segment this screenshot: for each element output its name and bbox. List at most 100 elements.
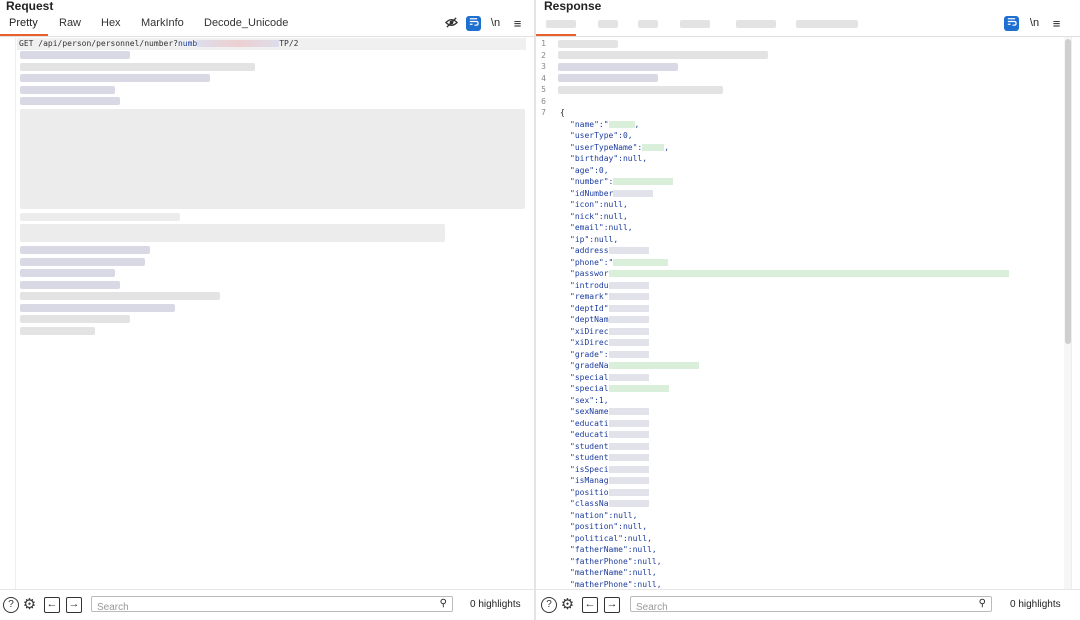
arrow-left-icon[interactable]: ← xyxy=(582,597,598,613)
json-field: "deptNam xyxy=(570,314,649,326)
newline-toggle[interactable]: \n xyxy=(488,16,503,31)
tab-pretty[interactable]: Pretty xyxy=(9,17,38,29)
request-gutter xyxy=(0,37,16,590)
json-key: "fatherPhone":null, xyxy=(570,556,662,566)
json-field: "introdu xyxy=(570,280,649,292)
redacted-text xyxy=(20,86,115,94)
menu-icon[interactable]: ≡ xyxy=(510,16,525,31)
redacted-text xyxy=(20,63,255,71)
redacted-value xyxy=(608,339,649,346)
json-key: "positio xyxy=(570,487,609,497)
json-field: "student xyxy=(570,441,649,453)
arrow-right-icon[interactable]: → xyxy=(66,597,82,613)
redacted-value xyxy=(608,408,649,415)
redacted-text xyxy=(20,327,95,335)
tab-raw[interactable]: Raw xyxy=(59,17,81,29)
redacted-text xyxy=(20,97,120,105)
redacted-value xyxy=(608,247,649,254)
redacted-value xyxy=(608,477,649,484)
redacted-value xyxy=(608,500,649,507)
json-key: "sexName xyxy=(570,407,609,416)
json-key: "classNa xyxy=(570,499,609,508)
search-icon[interactable]: ⚲ xyxy=(440,597,447,611)
json-field: "sexName xyxy=(570,406,649,418)
json-field: "xiDirec xyxy=(570,326,649,338)
json-field: "nation":null, xyxy=(570,510,637,522)
wrap-icon[interactable] xyxy=(1004,16,1019,31)
help-icon[interactable]: ? xyxy=(541,597,557,613)
request-search-input[interactable] xyxy=(92,600,426,615)
response-editor[interactable]: 1 2 3 4 5 6 7{"name":", "userType":0, "userTypeN… xyxy=(536,37,1064,590)
redacted-value xyxy=(608,488,649,496)
json-field: "userType":0, xyxy=(570,130,633,142)
request-protocol: TP/2 xyxy=(279,39,299,48)
search-icon[interactable]: ⚲ xyxy=(979,597,986,611)
line-number-label: 3 xyxy=(541,62,546,71)
json-field: "gradeNa xyxy=(570,360,699,372)
json-field: "remark" xyxy=(570,291,649,303)
json-field: "deptId" xyxy=(570,303,649,315)
redacted-value xyxy=(608,350,649,358)
redacted-value xyxy=(608,304,649,312)
redacted-value xyxy=(608,270,1009,277)
redacted-text xyxy=(20,304,175,312)
redacted-text xyxy=(558,51,768,59)
help-icon[interactable]: ? xyxy=(3,597,19,613)
line-number: 3 xyxy=(536,61,550,73)
json-field: "classNa xyxy=(570,498,649,510)
redacted-tab xyxy=(598,20,618,28)
request-search[interactable]: ⚲ xyxy=(91,596,453,615)
response-search[interactable]: ⚲ xyxy=(630,596,992,615)
response-search-input[interactable] xyxy=(631,600,965,615)
json-key: "matherName":null, xyxy=(570,568,657,577)
json-field: "icon":null, xyxy=(570,199,628,211)
active-tab-indicator xyxy=(536,34,576,36)
json-key: "deptId" xyxy=(570,303,609,313)
arrow-left-icon[interactable]: ← xyxy=(44,597,60,613)
response-panel: Response \n ≡ 1 2 3 4 5 6 7{"name":", "userType… xyxy=(536,0,1080,620)
json-field: "isManag xyxy=(570,475,649,487)
json-field: "fatherPhone":null, xyxy=(570,556,662,568)
json-field: "ip":null, xyxy=(570,234,618,246)
redacted-value xyxy=(613,178,674,185)
gear-icon[interactable]: ⚙ xyxy=(22,597,37,612)
tab-decode-unicode[interactable]: Decode_Unicode xyxy=(204,17,288,29)
tab-markinfo[interactable]: MarkInfo xyxy=(141,17,184,29)
response-tabs: \n ≡ xyxy=(536,14,1080,37)
json-field: "userTypeName":, xyxy=(570,142,669,154)
tab-hex[interactable]: Hex xyxy=(101,17,121,29)
json-key: "student xyxy=(570,453,609,462)
redacted-tab xyxy=(736,20,776,28)
redacted-text xyxy=(20,213,180,221)
redacted-value xyxy=(608,454,649,461)
request-line-1: GET /api/person/personnel/number?numb TP/… xyxy=(0,38,520,50)
json-punct: , xyxy=(664,142,670,152)
redacted-value xyxy=(608,442,649,450)
redacted-value xyxy=(613,258,669,266)
json-key: "number": xyxy=(570,177,614,186)
redacted-value xyxy=(608,316,649,323)
redacted-value xyxy=(608,327,649,335)
line-number-label: 6 xyxy=(541,96,546,106)
json-field: "sex":1, xyxy=(570,395,609,407)
redacted-value xyxy=(197,40,280,47)
query-param: numb xyxy=(177,39,198,48)
redacted-text xyxy=(20,246,150,254)
json-punct: , xyxy=(634,119,640,129)
eye-off-icon[interactable] xyxy=(444,16,459,31)
gear-icon[interactable]: ⚙ xyxy=(560,597,575,612)
redacted-text xyxy=(20,292,220,300)
arrow-right-icon[interactable]: → xyxy=(604,597,620,613)
redacted-value xyxy=(608,362,699,369)
redacted-text xyxy=(20,224,445,242)
request-editor[interactable]: 1234567891011121314151617 GET /api/perso… xyxy=(0,37,534,590)
redacted-tab xyxy=(638,20,658,28)
wrap-icon[interactable] xyxy=(466,16,481,31)
json-field: "email":null, xyxy=(570,222,633,234)
request-panel: Request Pretty Raw Hex MarkInfo Decode_U… xyxy=(0,0,534,620)
newline-toggle[interactable]: \n xyxy=(1027,16,1042,31)
line-number-label: 4 xyxy=(541,73,546,83)
redacted-value xyxy=(608,373,649,381)
menu-icon[interactable]: ≡ xyxy=(1049,16,1064,31)
redacted-value xyxy=(613,189,654,197)
